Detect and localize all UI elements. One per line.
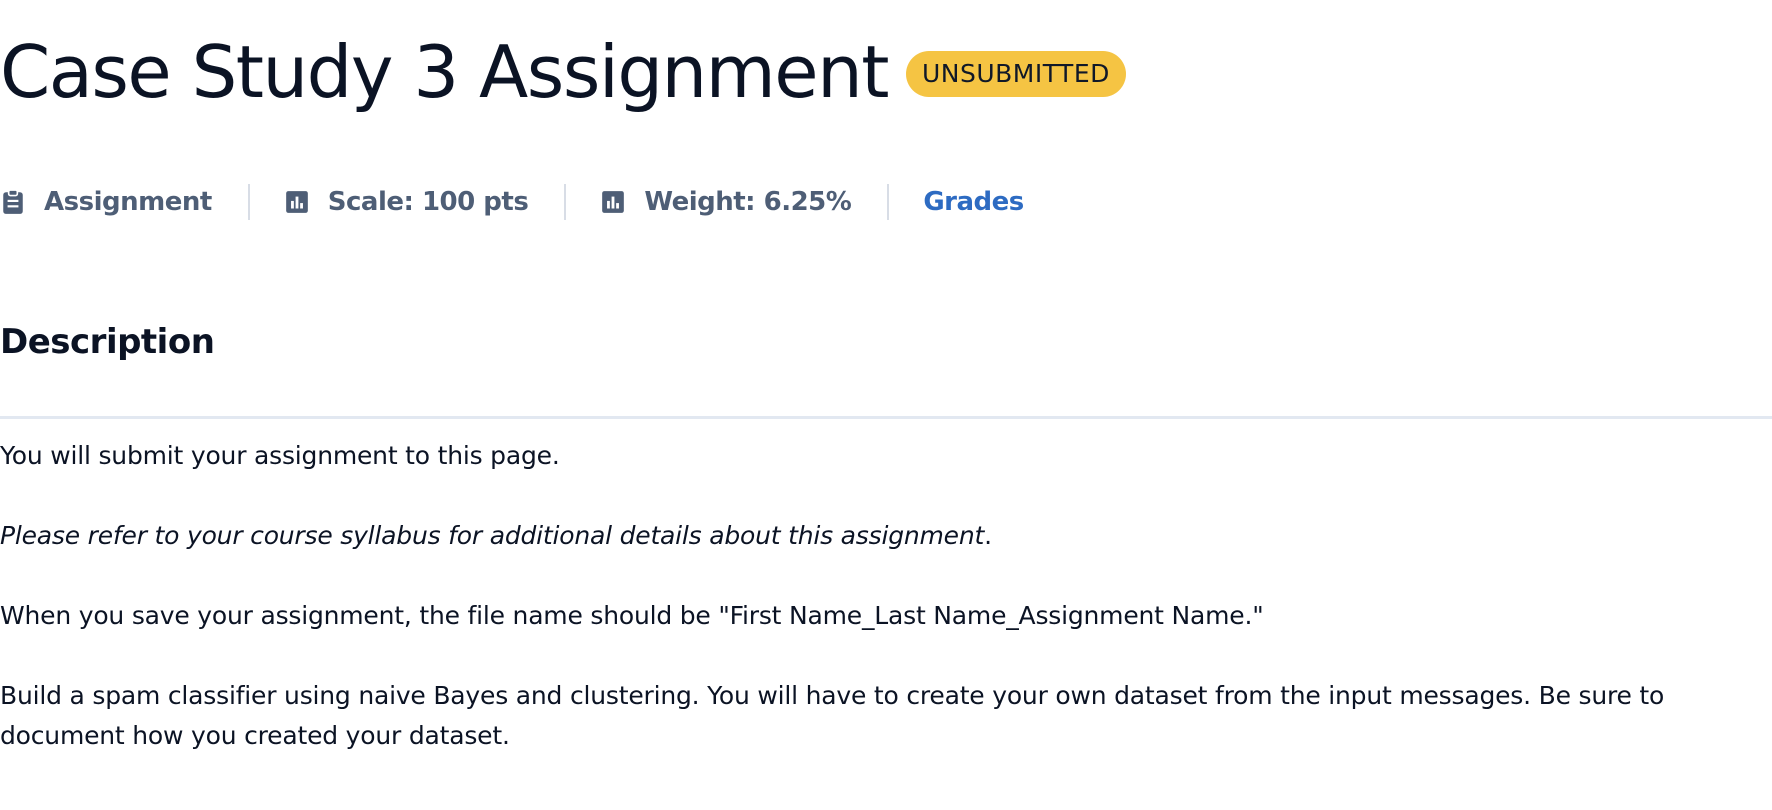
meta-scale: Scale: 100 pts <box>284 187 529 217</box>
description-heading: Description <box>0 322 215 362</box>
section-divider <box>0 416 1772 419</box>
meta-divider <box>247 184 250 220</box>
meta-type-label: Assignment <box>44 187 212 217</box>
description-line: document how you created your dataset. <box>0 721 510 750</box>
description-paragraph: Please refer to your course syllabus for… <box>0 516 992 556</box>
description-paragraph: Build a spam classifier using naive Baye… <box>0 676 1772 756</box>
meta-type: Assignment <box>0 187 212 217</box>
description-paragraph: When you save your assignment, the file … <box>0 601 1264 630</box>
meta-weight: Weight: 6.25% <box>600 187 852 217</box>
description-paragraph: You will submit your assignment to this … <box>0 441 560 470</box>
page-header: Case Study 3 Assignment UNSUBMITTED <box>0 22 1126 122</box>
syllabus-note-period: . <box>984 521 992 550</box>
assignment-meta-bar: Assignment Scale: 100 pts Weight: 6.25% <box>0 181 1024 223</box>
meta-divider <box>887 184 890 220</box>
meta-weight-label: Weight: 6.25% <box>644 187 852 217</box>
meta-divider <box>564 184 567 220</box>
grades-link[interactable]: Grades <box>923 187 1024 217</box>
status-badge: UNSUBMITTED <box>905 51 1126 97</box>
syllabus-note: Please refer to your course syllabus for… <box>0 521 985 550</box>
meta-scale-label: Scale: 100 pts <box>327 187 529 217</box>
bar-chart-icon <box>600 189 626 215</box>
bar-chart-icon <box>284 189 310 215</box>
page-title: Case Study 3 Assignment <box>0 30 889 114</box>
description-line: Build a spam classifier using naive Baye… <box>0 681 1665 710</box>
clipboard-icon <box>0 189 26 215</box>
